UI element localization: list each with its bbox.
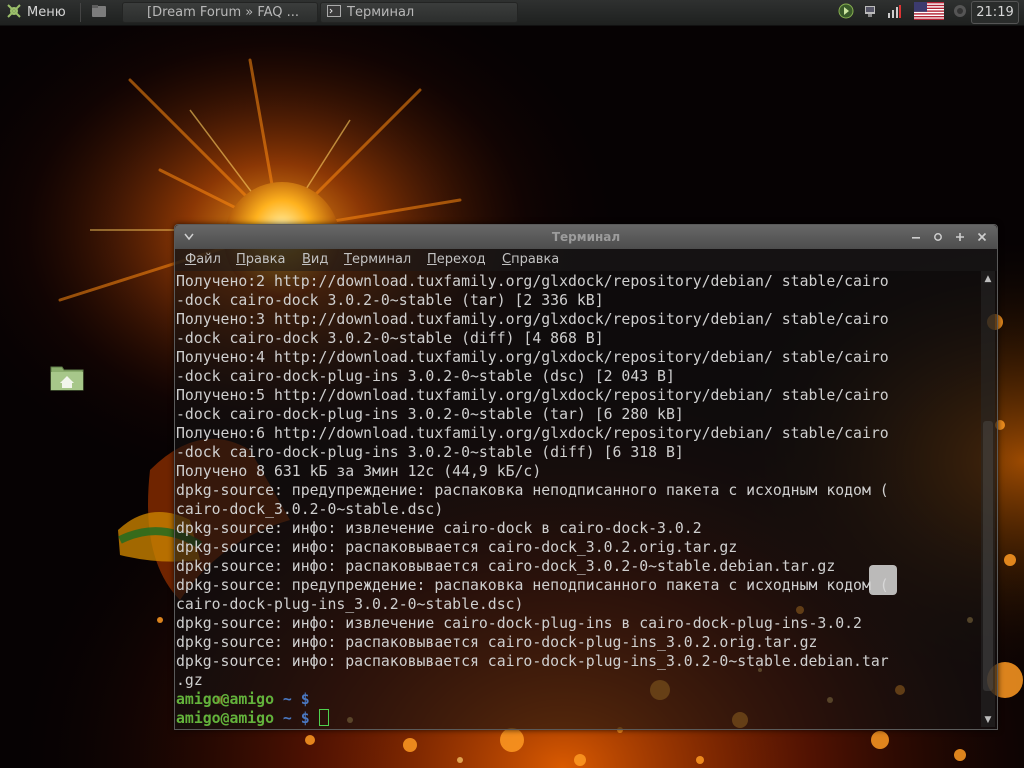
us-flag-icon <box>914 1 944 24</box>
task-label-terminal: Терминал <box>347 5 415 20</box>
menu-item-1[interactable]: Файл <box>185 252 221 267</box>
terminal-line: -dock cairo-dock 3.0.2-0~stable (tar) [2… <box>176 292 604 309</box>
terminal-line: dpkg-source: инфо: извлечение cairo-dock… <box>176 615 862 632</box>
clock-time: 21:19 <box>976 5 1014 20</box>
menu-item-3[interactable]: Вид <box>302 252 328 267</box>
menu-item-rest: равка <box>245 252 286 267</box>
panel-separator <box>80 3 81 22</box>
terminal-menubar: Файл Правка Вид Терминал Переход Справка <box>175 249 997 271</box>
menu-item-rest: правка <box>511 252 560 267</box>
scroll-down-arrow-icon[interactable]: ▼ <box>981 713 995 727</box>
terminal-line: Получено 8 631 kБ за 3мин 12с (44,9 kБ/с… <box>176 463 542 480</box>
tray-network[interactable] <box>860 3 880 22</box>
close-button[interactable] <box>974 229 990 245</box>
menu-mnemonic: П <box>427 252 437 267</box>
terminal-window[interactable]: Терминал Файл Правка Вид Терминал Переход Спр… <box>174 224 998 730</box>
menu-item-2[interactable]: Правка <box>236 252 285 267</box>
terminal-line: .gz <box>176 672 203 689</box>
terminal-line: dpkg-source: инфо: распаковывается cairo… <box>176 653 889 670</box>
tray-battery[interactable] <box>884 3 904 22</box>
tray-update-manager[interactable] <box>836 3 856 22</box>
tray-keyboard-layout[interactable] <box>912 1 946 24</box>
menu-item-4[interactable]: Терминал <box>344 252 411 267</box>
prompt-user: amigo@amigo <box>176 691 274 708</box>
terminal-line: -dock cairo-dock-plug-ins 3.0.2-0~stable… <box>176 444 684 461</box>
terminal-line: dpkg-source: предупреждение: распаковка … <box>176 482 889 499</box>
text-cursor <box>318 709 329 726</box>
menu-mnemonic: П <box>236 252 246 267</box>
terminal-line: Получено:6 http://download.tuxfamily.org… <box>176 425 889 442</box>
taskbar-item-terminal[interactable]: Терминал <box>320 2 518 23</box>
maximize-button[interactable] <box>952 229 968 245</box>
terminal-output[interactable]: Получено:2 http://download.tuxfamily.org… <box>176 271 978 730</box>
top-panel: Меню [Dream Forum » FAQ ... Терминал 21:… <box>0 0 1024 26</box>
menu-item-rest: ерминал <box>351 252 412 267</box>
menu-item-6[interactable]: Справка <box>502 252 559 267</box>
terminal-line: dpkg-source: инфо: распаковывается cairo… <box>176 558 836 575</box>
menu-label: Меню <box>27 5 66 20</box>
scroll-thumb[interactable] <box>983 421 993 691</box>
battery-icon <box>886 3 902 23</box>
menu-item-rest: ид <box>310 252 329 267</box>
menu-item-rest: айл <box>196 252 221 267</box>
menu-item-rest: ереход <box>436 252 486 267</box>
volume-icon <box>953 4 967 22</box>
update-manager-icon <box>838 3 854 23</box>
floating-overlay-widget <box>869 565 897 595</box>
menu-mnemonic: Т <box>344 252 352 267</box>
prompt-user: amigo@amigo <box>176 710 274 727</box>
terminal-line: cairo-dock_3.0.2-0~stable.dsc) <box>176 501 444 518</box>
prompt-line: amigo@amigo ~ $ <box>176 690 978 709</box>
menu-mnemonic: Ф <box>185 252 197 267</box>
tray-volume[interactable] <box>950 3 970 22</box>
terminal-line: -dock cairo-dock-plug-ins 3.0.2-0~stable… <box>176 406 684 423</box>
restore-button[interactable] <box>930 229 946 245</box>
scroll-up-arrow-icon[interactable]: ▲ <box>981 272 995 286</box>
minimize-button[interactable] <box>908 229 924 245</box>
terminal-line: -dock cairo-dock-plug-ins 3.0.2-0~stable… <box>176 368 675 385</box>
files-icon <box>91 4 107 22</box>
terminal-line: Получено:4 http://download.tuxfamily.org… <box>176 349 889 366</box>
terminal-line: dpkg-source: инфо: извлечение cairo-dock… <box>176 520 702 537</box>
terminal-line: dpkg-source: инфо: распаковывается cairo… <box>176 634 818 651</box>
menu-item-5[interactable]: Переход <box>427 252 486 267</box>
terminal-icon <box>327 4 341 21</box>
network-icon <box>862 3 878 23</box>
terminal-scrollbar[interactable]: ▲ ▼ <box>981 271 995 727</box>
prompt-dir: ~ $ <box>274 710 319 727</box>
clock[interactable]: 21:19 <box>971 1 1019 24</box>
taskbar-item-browser[interactable]: [Dream Forum » FAQ ... <box>122 2 318 23</box>
window-title: Терминал <box>551 230 621 244</box>
menu-mnemonic: В <box>302 252 311 267</box>
desktop-icon-home[interactable] <box>50 363 84 391</box>
prompt-dir: ~ $ <box>274 691 319 708</box>
prompt-line: amigo@amigo ~ $ <box>176 709 978 728</box>
home-folder-icon <box>50 366 84 395</box>
terminal-line: -dock cairo-dock 3.0.2-0~stable (diff) [… <box>176 330 604 347</box>
terminal-line: Получено:3 http://download.tuxfamily.org… <box>176 311 889 328</box>
terminal-line: cairo-dock-plug-ins_3.0.2-0~stable.dsc) <box>176 596 524 613</box>
terminal-line: dpkg-source: инфо: распаковывается cairo… <box>176 539 738 556</box>
terminal-line: Получено:2 http://download.tuxfamily.org… <box>176 273 889 290</box>
window-titlebar[interactable]: Терминал <box>175 225 997 249</box>
mint-logo-icon <box>6 3 22 23</box>
task-label-browser: [Dream Forum » FAQ ... <box>147 5 300 20</box>
terminal-line: Получено:5 http://download.tuxfamily.org… <box>176 387 889 404</box>
menu-button[interactable]: Меню <box>6 3 66 22</box>
terminal-line: dpkg-source: предупреждение: распаковка … <box>176 577 889 594</box>
menu-mnemonic: С <box>502 252 512 267</box>
files-launcher[interactable] <box>88 3 110 22</box>
